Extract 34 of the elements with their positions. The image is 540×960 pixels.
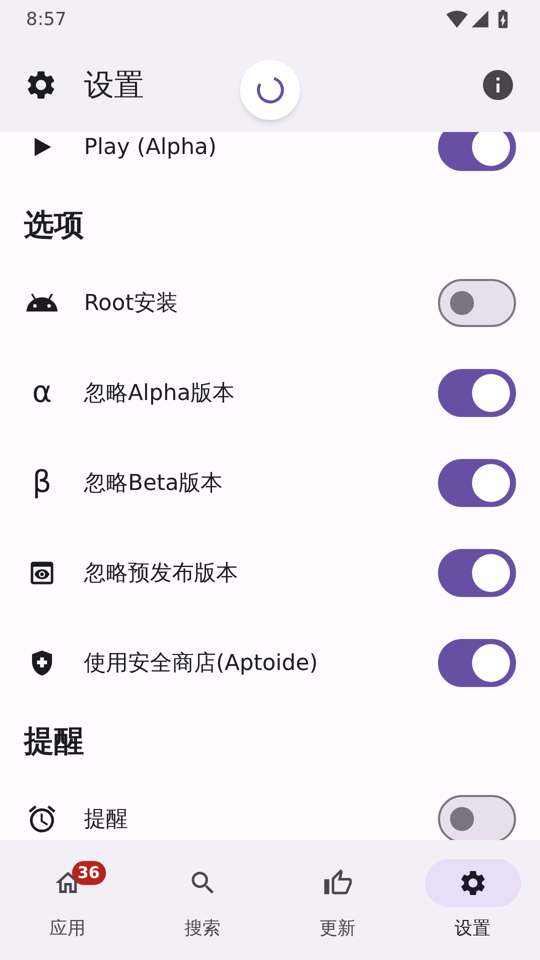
nav-tab[interactable]: 更新 bbox=[270, 840, 405, 960]
toggle-switch[interactable] bbox=[438, 639, 516, 687]
nav-label: 设置 bbox=[454, 917, 490, 941]
info-icon[interactable] bbox=[480, 67, 516, 103]
toggle-switch[interactable] bbox=[438, 132, 516, 171]
setting-label: Root安装 bbox=[84, 290, 179, 318]
setting-label: 使用安全商店(Aptoide) bbox=[84, 650, 319, 678]
nav-label: 搜索 bbox=[184, 917, 220, 941]
count-badge: 36 bbox=[72, 861, 106, 885]
toggle-switch[interactable] bbox=[438, 795, 516, 840]
nav-label: 应用 bbox=[50, 917, 86, 941]
toggle-switch[interactable] bbox=[438, 459, 516, 507]
greek-letter-icon: β bbox=[32, 468, 52, 498]
nav-tab[interactable]: 36 应用 bbox=[0, 840, 135, 960]
signal-icon bbox=[470, 9, 490, 29]
setting-label: 提醒 bbox=[84, 806, 129, 834]
setting-label: 忽略Alpha版本 bbox=[84, 380, 236, 408]
toggle-switch[interactable] bbox=[438, 549, 516, 597]
toggle-switch[interactable] bbox=[438, 279, 516, 327]
page-title: 设置 bbox=[84, 66, 144, 104]
nav-tab[interactable]: 搜索 bbox=[135, 840, 270, 960]
section-header: 提醒 bbox=[24, 722, 84, 760]
greek-letter-icon: α bbox=[32, 378, 52, 408]
setting-label: Play (Alpha) bbox=[84, 134, 218, 162]
section-header: 选项 bbox=[24, 206, 84, 244]
nav-label: 更新 bbox=[320, 917, 356, 941]
wifi-icon bbox=[446, 8, 468, 30]
setting-label: 忽略预发布版本 bbox=[84, 560, 239, 588]
spinner-icon bbox=[254, 74, 286, 106]
alarm-clock-icon bbox=[26, 803, 58, 835]
toggle-switch[interactable] bbox=[438, 369, 516, 417]
status-time: 8:57 bbox=[26, 8, 66, 32]
nav-tab[interactable]: 设置 bbox=[405, 840, 540, 960]
setting-label: 忽略Beta版本 bbox=[84, 470, 224, 498]
